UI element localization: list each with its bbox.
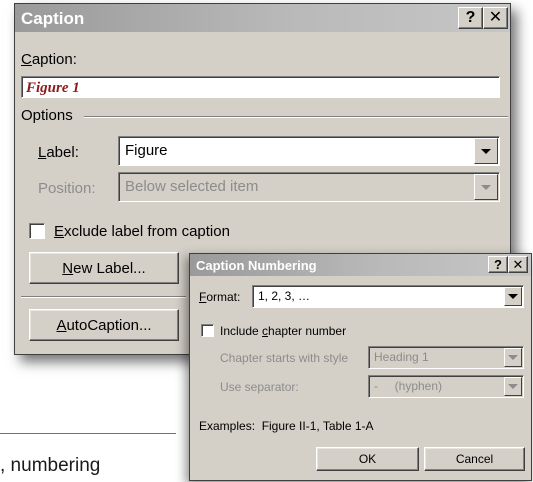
chevron-down-icon bbox=[508, 384, 518, 389]
format-label: Format: bbox=[199, 290, 241, 304]
caption-dialog-titlebar[interactable]: Caption ? ✕ bbox=[15, 4, 510, 32]
help-icon: ? bbox=[465, 9, 476, 26]
label-field-label: Label: bbox=[38, 144, 79, 161]
examples-text: Examples: Figure II-1, Table 1-A bbox=[199, 419, 374, 433]
autocaption-button-label: AutoCaption... bbox=[56, 316, 152, 334]
include-chapter-label: Include chapter number bbox=[220, 324, 347, 338]
position-select-value: Below selected item bbox=[125, 178, 259, 195]
document-heading-rule bbox=[0, 433, 176, 434]
close-button[interactable]: ✕ bbox=[483, 7, 508, 29]
caption-input[interactable]: Figure 1 bbox=[21, 76, 500, 98]
cancel-button[interactable]: Cancel bbox=[424, 447, 525, 471]
help-icon: ? bbox=[494, 257, 502, 272]
include-chapter-checkbox[interactable] bbox=[201, 324, 214, 337]
label-select[interactable]: Figure bbox=[118, 136, 500, 166]
new-label-button[interactable]: New Label... bbox=[29, 252, 179, 284]
chevron-down-icon bbox=[508, 294, 518, 299]
caption-numbering-dialog: Caption Numbering ? ✕ Format: 1, 2, 3, …… bbox=[189, 253, 532, 481]
format-dropdown-button[interactable] bbox=[504, 287, 522, 306]
options-group-label: Options bbox=[21, 107, 73, 124]
close-icon: ✕ bbox=[488, 9, 503, 26]
chevron-down-icon bbox=[508, 355, 518, 360]
chevron-down-icon bbox=[481, 148, 491, 154]
caption-label: Caption: bbox=[21, 51, 77, 68]
caption-dialog-title: Caption bbox=[21, 9, 85, 28]
position-dropdown-button[interactable] bbox=[474, 174, 498, 200]
help-button[interactable]: ? bbox=[458, 7, 483, 29]
caption-input-value: Figure 1 bbox=[26, 80, 80, 96]
exclude-label-text: Exclude label from caption bbox=[54, 223, 230, 240]
chapter-style-value: Heading 1 bbox=[374, 350, 429, 364]
separator-select[interactable]: - (hyphen) bbox=[368, 375, 524, 398]
numbering-help-button[interactable]: ? bbox=[488, 256, 508, 273]
separator-value: - (hyphen) bbox=[374, 379, 443, 393]
chevron-down-icon bbox=[481, 184, 491, 190]
position-label: Position: bbox=[38, 180, 96, 197]
ok-button[interactable]: OK bbox=[316, 447, 419, 471]
format-select[interactable]: 1, 2, 3, … bbox=[252, 285, 524, 308]
document-text: , numbering bbox=[0, 455, 101, 476]
label-select-value: Figure bbox=[125, 142, 168, 159]
autocaption-button[interactable]: AutoCaption... bbox=[29, 309, 179, 341]
button-divider bbox=[21, 296, 186, 298]
label-dropdown-button[interactable] bbox=[474, 138, 498, 164]
chapter-style-dropdown-button[interactable] bbox=[504, 348, 522, 367]
format-select-value: 1, 2, 3, … bbox=[258, 289, 311, 303]
numbering-close-button[interactable]: ✕ bbox=[508, 256, 528, 273]
close-icon: ✕ bbox=[512, 257, 524, 272]
chapter-style-label: Chapter starts with style bbox=[220, 351, 349, 365]
separator-dropdown-button[interactable] bbox=[504, 377, 522, 396]
position-select[interactable]: Below selected item bbox=[118, 172, 500, 202]
ok-button-label: OK bbox=[358, 452, 377, 466]
numbering-dialog-title: Caption Numbering bbox=[196, 258, 317, 273]
exclude-label-checkbox[interactable] bbox=[29, 223, 45, 239]
separator-label: Use separator: bbox=[220, 380, 299, 394]
numbering-dialog-titlebar[interactable]: Caption Numbering ? ✕ bbox=[190, 254, 531, 276]
options-group-divider bbox=[84, 116, 508, 118]
new-label-button-label: New Label... bbox=[62, 259, 146, 277]
cancel-button-label: Cancel bbox=[455, 452, 494, 466]
chapter-style-select[interactable]: Heading 1 bbox=[368, 346, 524, 369]
